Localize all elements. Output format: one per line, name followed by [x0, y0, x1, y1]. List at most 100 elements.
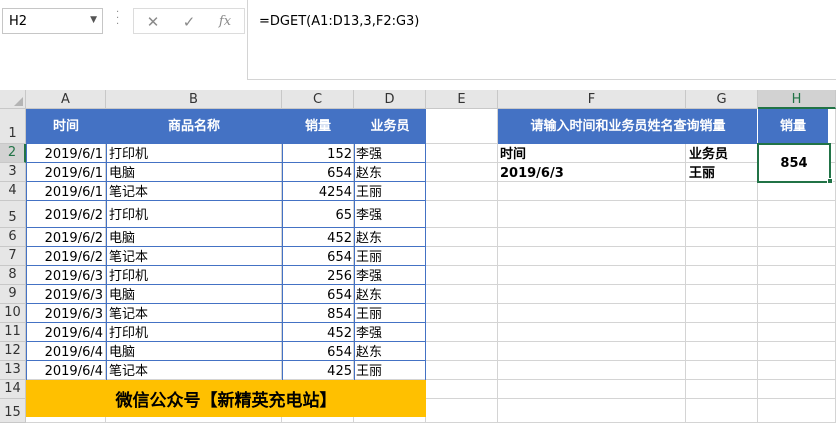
row-header-9[interactable]: 9 [0, 285, 26, 304]
cell-product[interactable]: 打印机 [109, 144, 279, 163]
cell-date[interactable]: 2019/6/1 [26, 182, 103, 201]
cell-sales[interactable]: 452 [282, 323, 352, 342]
cell-sales[interactable]: 4254 [282, 182, 352, 201]
cell-salesperson[interactable]: 赵东 [356, 285, 424, 304]
cell-salesperson[interactable]: 赵东 [356, 342, 424, 361]
gridline-vertical [685, 109, 686, 423]
row-header-13[interactable]: 13 [0, 361, 26, 380]
cell-sales[interactable]: 654 [282, 285, 352, 304]
cell-salesperson[interactable]: 王丽 [356, 361, 424, 380]
confirm-icon[interactable]: ✓ [177, 12, 201, 32]
formula-buttons: ✕ ✓ fx [133, 8, 245, 34]
cell-product[interactable]: 打印机 [109, 323, 279, 342]
cell-date[interactable]: 2019/6/2 [26, 247, 103, 266]
table-header-salesperson: 业务员 [370, 119, 410, 134]
row-header-1[interactable]: 1 [0, 109, 26, 144]
cell-date[interactable]: 2019/6/4 [26, 361, 103, 380]
column-header-a[interactable]: A [26, 90, 106, 109]
cell-sales[interactable]: 654 [282, 342, 352, 361]
cell-sales[interactable]: 854 [282, 304, 352, 323]
cell-product[interactable]: 电脑 [109, 163, 279, 182]
cell-product[interactable]: 笔记本 [109, 247, 279, 266]
formula-input[interactable]: =DGET(A1:D13,3,F2:G3) [247, 0, 836, 80]
column-header-b[interactable]: B [106, 90, 282, 109]
criteria-header-salesperson[interactable]: 业务员 [689, 144, 755, 163]
select-all-corner[interactable] [0, 90, 26, 109]
name-box-value: H2 [9, 14, 28, 29]
criteria-header-time[interactable]: 时间 [500, 144, 680, 163]
cell-product[interactable]: 电脑 [109, 285, 279, 304]
query-title: 请输入时间和业务员姓名查询销量 [530, 119, 726, 134]
cell-product[interactable]: 笔记本 [109, 182, 279, 201]
cell-date[interactable]: 2019/6/1 [26, 163, 103, 182]
cell-sales[interactable]: 654 [282, 247, 352, 266]
criteria-value-time[interactable]: 2019/6/3 [500, 163, 680, 182]
criteria-value-salesperson[interactable]: 王丽 [689, 163, 755, 182]
table-border-vertical [106, 144, 107, 380]
cell-date[interactable]: 2019/6/1 [26, 144, 103, 163]
row-header-3[interactable]: 3 [0, 163, 26, 182]
row-header-10[interactable]: 10 [0, 304, 26, 323]
cell-date[interactable]: 2019/6/2 [26, 201, 103, 228]
column-header-e[interactable]: E [426, 90, 498, 109]
column-header-h[interactable]: H [758, 90, 836, 109]
row-header-4[interactable]: 4 [0, 182, 26, 201]
table-header-sales: 销量 [304, 119, 331, 134]
cell-sales[interactable]: 425 [282, 361, 352, 380]
cell-date[interactable]: 2019/6/4 [26, 323, 103, 342]
cell-date[interactable]: 2019/6/2 [26, 228, 103, 247]
drag-handle-icon[interactable]: · · · [116, 8, 124, 32]
cell-salesperson[interactable]: 李强 [356, 323, 424, 342]
table-border-vertical [425, 144, 426, 380]
cell-product[interactable]: 电脑 [109, 342, 279, 361]
cell-salesperson[interactable]: 李强 [356, 144, 424, 163]
name-box[interactable]: H2 ▼ [2, 8, 103, 34]
row-header-11[interactable]: 11 [0, 323, 26, 342]
column-header-c[interactable]: C [282, 90, 354, 109]
cell-date[interactable]: 2019/6/3 [26, 285, 103, 304]
row-header-7[interactable]: 7 [0, 247, 26, 266]
cell-salesperson[interactable]: 赵东 [356, 163, 424, 182]
cell-product[interactable]: 电脑 [109, 228, 279, 247]
row-header-15[interactable]: 15 [0, 399, 26, 423]
wechat-banner: 微信公众号【新精英充电站】 [26, 380, 426, 417]
row-header-12[interactable]: 12 [0, 342, 26, 361]
formula-text: =DGET(A1:D13,3,F2:G3) [259, 14, 420, 29]
cell-salesperson[interactable]: 赵东 [356, 228, 424, 247]
table-header-product: 商品名称 [167, 119, 220, 134]
table-border-vertical [354, 144, 355, 380]
cell-date[interactable]: 2019/6/4 [26, 342, 103, 361]
cell-salesperson[interactable]: 王丽 [356, 247, 424, 266]
column-header-g[interactable]: G [686, 90, 758, 109]
chevron-down-icon[interactable]: ▼ [90, 15, 97, 25]
cell-sales[interactable]: 256 [282, 266, 352, 285]
cell-salesperson[interactable]: 王丽 [356, 304, 424, 323]
cancel-icon[interactable]: ✕ [141, 12, 165, 32]
table-header-time: 时间 [52, 119, 79, 134]
insert-function-icon[interactable]: fx [213, 12, 237, 32]
select-all-icon [14, 97, 23, 106]
row-header-2[interactable]: 2 [0, 144, 26, 163]
cell-product[interactable]: 笔记本 [109, 304, 279, 323]
cell-product[interactable]: 打印机 [109, 266, 279, 285]
row-header-8[interactable]: 8 [0, 266, 26, 285]
cell-product[interactable]: 打印机 [109, 201, 279, 228]
cell-date[interactable]: 2019/6/3 [26, 304, 103, 323]
row-header-14[interactable]: 14 [0, 380, 26, 399]
cell-sales[interactable]: 152 [282, 144, 352, 163]
cell-sales[interactable]: 452 [282, 228, 352, 247]
cell-sales[interactable]: 654 [282, 163, 352, 182]
cell-salesperson[interactable]: 李强 [356, 266, 424, 285]
cell-salesperson[interactable]: 王丽 [356, 182, 424, 201]
row-header-6[interactable]: 6 [0, 228, 26, 247]
cell-date[interactable]: 2019/6/3 [26, 266, 103, 285]
cell-salesperson[interactable]: 李强 [356, 201, 424, 228]
column-header-f[interactable]: F [498, 90, 686, 109]
column-header-d[interactable]: D [354, 90, 426, 109]
cell-sales[interactable]: 65 [282, 201, 352, 228]
result-cell-active[interactable]: 854 [757, 143, 831, 183]
cell-product[interactable]: 笔记本 [109, 361, 279, 380]
gridline-vertical [497, 109, 498, 423]
row-header-5[interactable]: 5 [0, 201, 26, 228]
fill-handle[interactable] [827, 178, 833, 184]
